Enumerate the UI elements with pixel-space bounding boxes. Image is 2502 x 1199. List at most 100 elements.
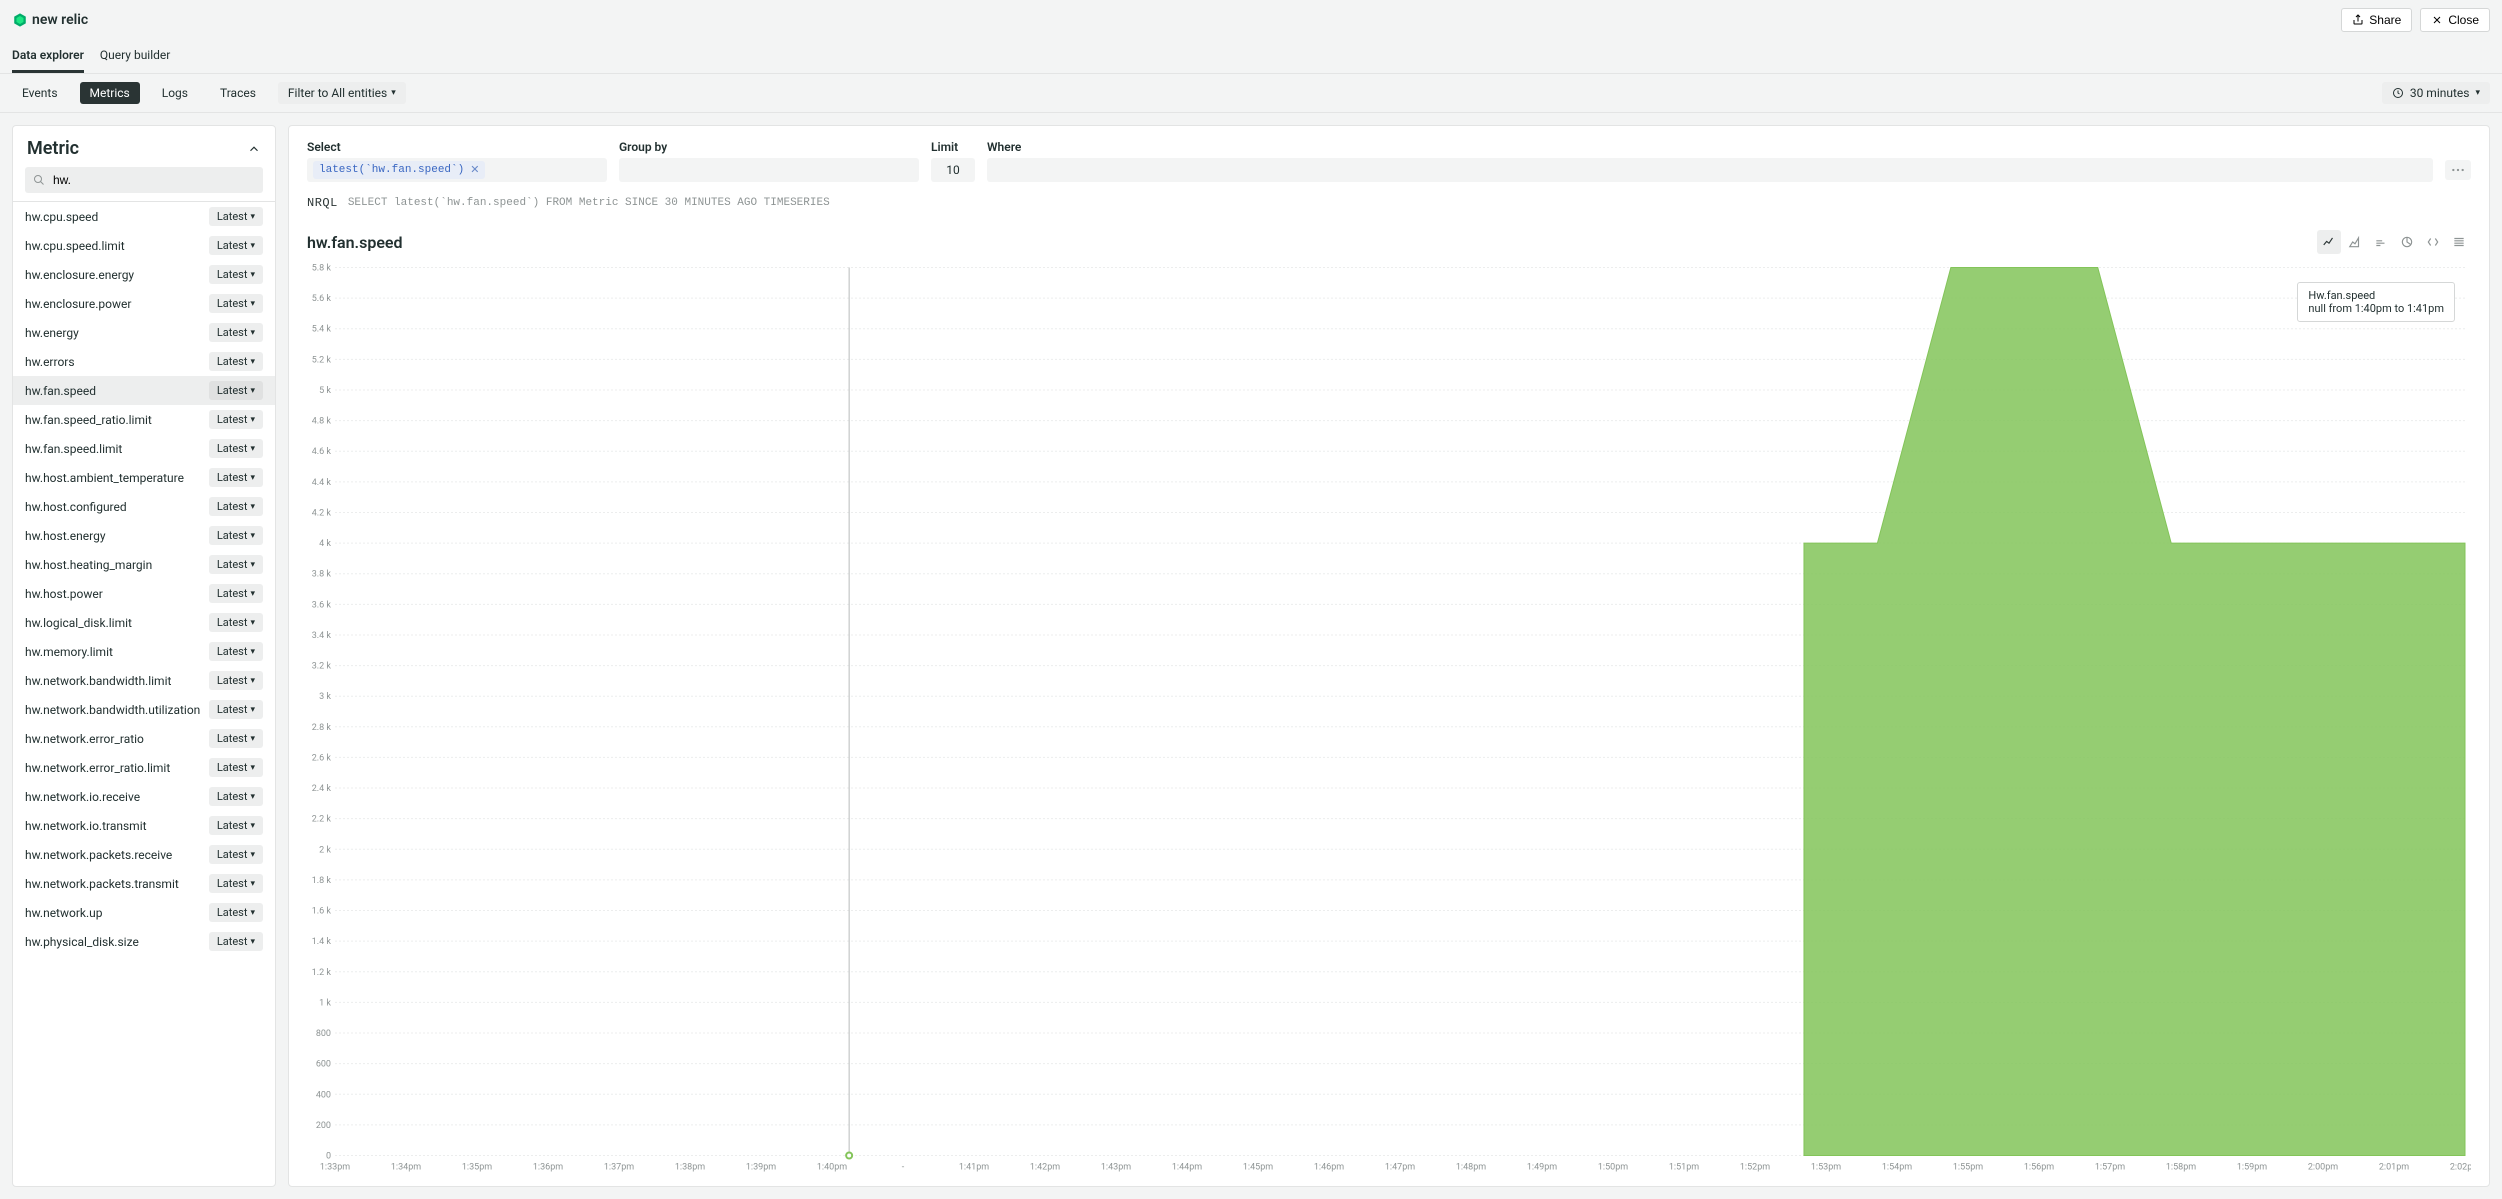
tab-data-explorer[interactable]: Data explorer (12, 40, 84, 73)
metric-sidebar: Metric hw.cpu.speedLatest ▾hw.cpu.speed.… (12, 125, 276, 1187)
aggregation-pill[interactable]: Latest ▾ (209, 410, 263, 429)
metric-row[interactable]: hw.errors Latest ▾ (13, 347, 275, 376)
chart-type-table[interactable] (2447, 230, 2471, 254)
query-more-button[interactable] (2445, 160, 2471, 180)
metric-row[interactable]: hw.network.error_ratio.limitLatest ▾ (13, 753, 275, 782)
metric-row[interactable]: hw.host.ambient_temperatureLatest ▾ (13, 463, 275, 492)
metric-row[interactable]: hw.fan.speed_ratio.limitLatest ▾ (13, 405, 275, 434)
chart-type-area[interactable] (2343, 230, 2367, 254)
qb-where-input[interactable] (987, 158, 2433, 182)
subtab-traces[interactable]: Traces (210, 82, 266, 104)
metric-row[interactable]: hw.network.packets.transmitLatest ▾ (13, 869, 275, 898)
metric-row[interactable]: hw.host.powerLatest ▾ (13, 579, 275, 608)
metric-row[interactable]: hw.energyLatest ▾ (13, 318, 275, 347)
metric-name: hw.cpu.speed.limit (25, 239, 125, 253)
svg-text:4.6 k: 4.6 k (312, 447, 332, 457)
aggregation-pill[interactable]: Latest ▾ (209, 555, 263, 574)
remove-chip-icon[interactable]: ✕ (470, 163, 479, 177)
aggregation-pill[interactable]: Latest ▾ (209, 497, 263, 516)
metric-row[interactable]: hw.network.upLatest ▾ (13, 898, 275, 927)
aggregation-pill[interactable]: Latest ▾ (209, 352, 263, 371)
aggregation-pill[interactable]: Latest ▾ (209, 381, 263, 400)
aggregation-pill[interactable]: Latest ▾ (209, 874, 263, 893)
metric-row[interactable]: hw.fan.speedLatest ▾ (13, 376, 275, 405)
metric-row[interactable]: hw.network.error_ratio Latest ▾ (13, 724, 275, 753)
entity-filter[interactable]: Filter to All entities ▾ (278, 82, 406, 104)
qb-select-label: Select (307, 140, 607, 154)
chart-type-json[interactable] (2421, 230, 2445, 254)
metric-row[interactable]: hw.memory.limitLatest ▾ (13, 637, 275, 666)
subtab-metrics[interactable]: Metrics (80, 82, 140, 104)
aggregation-pill[interactable]: Latest ▾ (209, 642, 263, 661)
aggregation-pill[interactable]: Latest ▾ (209, 787, 263, 806)
metric-list[interactable]: hw.cpu.speedLatest ▾ hw.cpu.speed.limit La… (13, 201, 275, 1186)
svg-text:5.4 k: 5.4 k (312, 325, 332, 335)
svg-text:1:59pm: 1:59pm (2237, 1163, 2267, 1173)
metric-row[interactable]: hw.network.bandwidth.limitLatest ▾ (13, 666, 275, 695)
metric-row[interactable]: hw.network.bandwidth.utilizationLatest ▾ (13, 695, 275, 724)
aggregation-pill[interactable]: Latest ▾ (209, 729, 263, 748)
svg-text:1:43pm: 1:43pm (1101, 1163, 1131, 1173)
metric-row[interactable]: hw.host.heating_marginLatest ▾ (13, 550, 275, 579)
nrql-row: NRQL SELECT latest(`hw.fan.speed`) FROM … (307, 196, 2471, 210)
metric-row[interactable]: hw.host.energyLatest ▾ (13, 521, 275, 550)
aggregation-pill[interactable]: Latest ▾ (209, 932, 263, 951)
qb-select-input[interactable]: latest(`hw.fan.speed`) ✕ (307, 158, 607, 182)
chevron-up-icon[interactable] (247, 142, 261, 156)
aggregation-pill[interactable]: Latest ▾ (209, 816, 263, 835)
aggregation-pill[interactable]: Latest ▾ (209, 700, 263, 719)
subtab-logs[interactable]: Logs (152, 82, 198, 104)
metric-row[interactable]: hw.host.configuredLatest ▾ (13, 492, 275, 521)
metric-name: hw.errors (25, 355, 75, 369)
metric-row[interactable]: hw.physical_disk.sizeLatest ▾ (13, 927, 275, 956)
metric-row[interactable]: hw.network.io.transmitLatest ▾ (13, 811, 275, 840)
subtab-events[interactable]: Events (12, 82, 68, 104)
aggregation-pill[interactable]: Latest ▾ (209, 613, 263, 632)
metric-row[interactable]: hw.enclosure.powerLatest ▾ (13, 289, 275, 318)
qb-group-label: Group by (619, 140, 919, 154)
qb-group-input[interactable] (619, 158, 919, 182)
svg-text:2.2 k: 2.2 k (312, 815, 332, 825)
aggregation-pill[interactable]: Latest ▾ (209, 758, 263, 777)
aggregation-pill[interactable]: Latest ▾ (209, 323, 263, 342)
svg-text:800: 800 (316, 1029, 331, 1039)
metric-row[interactable]: hw.logical_disk.limitLatest ▾ (13, 608, 275, 637)
sidebar-title: Metric (27, 138, 79, 159)
aggregation-pill[interactable]: Latest ▾ (209, 265, 263, 284)
aggregation-pill[interactable]: Latest ▾ (209, 236, 263, 255)
svg-text:1:37pm: 1:37pm (604, 1163, 634, 1173)
aggregation-pill[interactable]: Latest ▾ (209, 671, 263, 690)
svg-text:1:41pm: 1:41pm (959, 1163, 989, 1173)
metric-row[interactable]: hw.network.packets.receiveLatest ▾ (13, 840, 275, 869)
close-button[interactable]: Close (2420, 8, 2490, 32)
svg-text:200: 200 (316, 1121, 331, 1131)
aggregation-pill[interactable]: Latest ▾ (209, 903, 263, 922)
share-icon (2352, 14, 2364, 26)
aggregation-pill[interactable]: Latest ▾ (209, 526, 263, 545)
metric-row[interactable]: hw.cpu.speedLatest ▾ (13, 202, 275, 231)
aggregation-pill[interactable]: Latest ▾ (209, 845, 263, 864)
metric-row[interactable]: hw.cpu.speed.limit Latest ▾ (13, 231, 275, 260)
metric-search-input[interactable] (25, 167, 263, 193)
time-picker[interactable]: 30 minutes ▾ (2382, 82, 2490, 104)
tooltip-sub: null from 1:40pm to 1:41pm (2308, 302, 2444, 315)
qb-limit-input[interactable]: 10 (931, 158, 975, 182)
chart-area[interactable]: Hw.fan.speed null from 1:40pm to 1:41pm … (307, 260, 2471, 1175)
metric-row[interactable]: hw.fan.speed.limitLatest ▾ (13, 434, 275, 463)
aggregation-pill[interactable]: Latest ▾ (209, 584, 263, 603)
chevron-down-icon: ▾ (391, 88, 396, 98)
metric-name: hw.network.error_ratio (25, 732, 144, 746)
svg-text:1:46pm: 1:46pm (1314, 1163, 1344, 1173)
share-button[interactable]: Share (2341, 8, 2412, 32)
aggregation-pill[interactable]: Latest ▾ (209, 468, 263, 487)
aggregation-pill[interactable]: Latest ▾ (209, 207, 263, 226)
metric-row[interactable]: hw.network.io.receiveLatest ▾ (13, 782, 275, 811)
svg-text:1:53pm: 1:53pm (1811, 1163, 1841, 1173)
chart-type-bar[interactable] (2369, 230, 2393, 254)
chart-type-pie[interactable] (2395, 230, 2419, 254)
chart-type-line[interactable] (2317, 230, 2341, 254)
tab-query-builder[interactable]: Query builder (100, 40, 170, 73)
metric-row[interactable]: hw.enclosure.energyLatest ▾ (13, 260, 275, 289)
aggregation-pill[interactable]: Latest ▾ (209, 439, 263, 458)
aggregation-pill[interactable]: Latest ▾ (209, 294, 263, 313)
